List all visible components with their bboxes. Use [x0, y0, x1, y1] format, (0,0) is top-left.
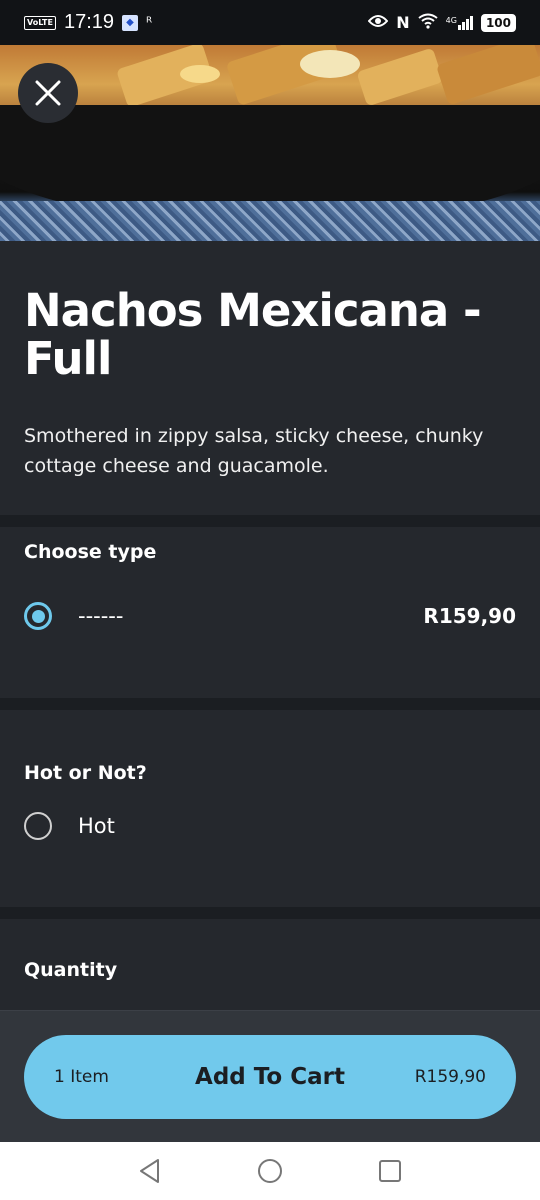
- section-title: Choose type: [24, 541, 157, 563]
- recents-button[interactable]: [375, 1156, 405, 1186]
- back-triangle-icon: [140, 1159, 159, 1183]
- network-type: 4G: [445, 15, 457, 25]
- battery-icon: 100: [480, 13, 516, 32]
- status-time: 17:19: [63, 11, 115, 33]
- eye-icon: [367, 13, 389, 32]
- radio-button[interactable]: [24, 812, 52, 840]
- recents-square-icon: [379, 1160, 401, 1182]
- section-title: Hot or Not?: [24, 762, 147, 784]
- type-option[interactable]: ------ R159,90: [24, 602, 516, 630]
- product-header: Nachos Mexicana - Full Smothered in zipp…: [0, 241, 540, 515]
- quantity-section: Quantity: [0, 919, 540, 1014]
- status-bar: VoLTE 17:19 ◆ ᴿ N 4G 100: [0, 0, 540, 45]
- wifi-icon: [418, 13, 438, 33]
- home-button[interactable]: [255, 1156, 285, 1186]
- nfc-icon: N: [396, 13, 410, 32]
- option-label: Hot: [78, 814, 115, 838]
- cart-total: R159,90: [414, 1067, 486, 1087]
- volte-icon: VoLTE: [24, 15, 56, 30]
- radio-button-selected[interactable]: [24, 602, 52, 630]
- option-price: R159,90: [423, 604, 516, 628]
- notification-icon: ᴿ: [146, 14, 153, 31]
- bottom-bar: 1 Item Add To Cart R159,90: [0, 1010, 540, 1142]
- signal-icon: 4G: [445, 15, 473, 30]
- product-title: Nachos Mexicana - Full: [24, 284, 482, 385]
- add-to-cart-button[interactable]: 1 Item Add To Cart R159,90: [24, 1035, 516, 1119]
- cart-item-count: 1 Item: [54, 1067, 109, 1087]
- shield-app-icon: ◆: [122, 14, 139, 31]
- home-circle-icon: [258, 1159, 282, 1183]
- product-description: Smothered in zippy salsa, sticky cheese,…: [24, 425, 484, 477]
- option-label: ------: [78, 604, 124, 628]
- back-button[interactable]: [135, 1156, 165, 1186]
- product-image: [0, 45, 540, 241]
- hot-option[interactable]: Hot: [24, 812, 516, 840]
- system-nav-bar: [0, 1142, 540, 1200]
- close-button[interactable]: [18, 63, 78, 123]
- hot-or-not-section: Hot or Not? Hot: [0, 710, 540, 907]
- close-icon: [35, 80, 61, 106]
- section-title: Quantity: [24, 959, 118, 981]
- choose-type-section: Choose type ------ R159,90: [0, 527, 540, 698]
